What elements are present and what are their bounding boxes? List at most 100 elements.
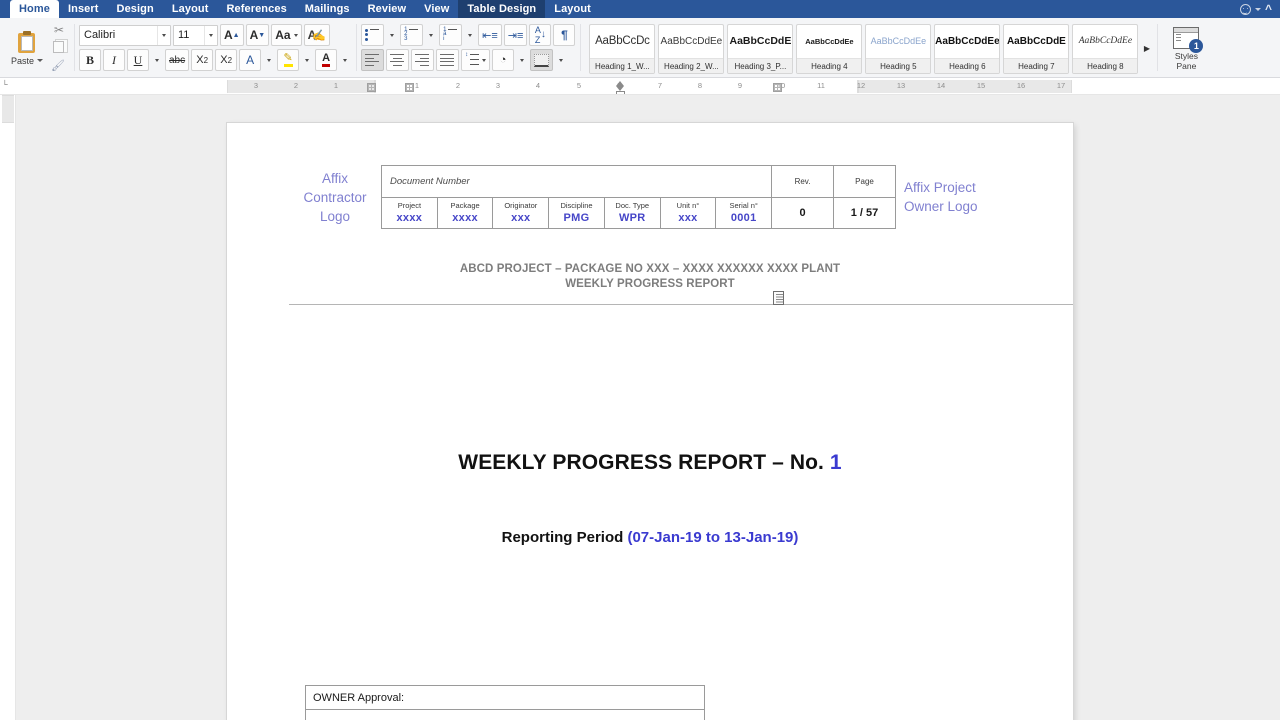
ruler-table-marker-right-icon[interactable] [773, 83, 782, 92]
style-card-heading-2[interactable]: AaBbCcDdEe Heading 2_W... [658, 23, 725, 74]
text-effects-button[interactable]: A [239, 49, 262, 71]
tab-view[interactable]: View [415, 0, 458, 18]
chevron-down-icon[interactable] [1254, 7, 1261, 11]
field-serial-no[interactable]: Serial n° 0001 [716, 198, 771, 228]
font-color-options-button[interactable] [339, 49, 351, 71]
ruler-number: 15 [976, 81, 986, 90]
borders-options-button[interactable] [555, 49, 567, 71]
multilevel-list-icon: 1ai [443, 27, 458, 42]
strikethrough-button[interactable]: abc [165, 49, 190, 71]
field-doc-type[interactable]: Doc. Type WPR [605, 198, 661, 228]
shading-button[interactable]: ◔ [492, 49, 515, 71]
styles-pane-button[interactable]: 1 Styles Pane [1162, 24, 1210, 71]
field-rev[interactable]: Rev. 0 [771, 166, 833, 228]
style-card-heading-3[interactable]: AaBbCcDdE Heading 3_P... [727, 23, 794, 74]
chevron-down-icon[interactable] [209, 33, 213, 37]
highlight-options-button[interactable] [301, 49, 313, 71]
paste-button[interactable]: Paste [5, 29, 49, 66]
font-family-combo[interactable]: Calibri [79, 24, 171, 46]
style-name: Heading 5 [866, 57, 931, 73]
tab-stop-selector[interactable]: └ [2, 80, 11, 91]
field-originator[interactable]: Originator xxx [493, 198, 550, 228]
increase-indent-button[interactable]: ⇥≡ [503, 24, 528, 46]
justify-button[interactable] [436, 49, 460, 71]
font-row-bottom: B I U abc X2 X2 A ✎ A [79, 49, 351, 71]
tab-review[interactable]: Review [359, 0, 416, 18]
numbering-button[interactable]: 123 [400, 24, 424, 46]
field-project[interactable]: Project xxxx [382, 198, 438, 228]
document-page-1[interactable]: Affix Contractor Logo Document Number Pr… [227, 123, 1073, 720]
font-size-combo[interactable]: 11 [173, 24, 218, 46]
tab-layout[interactable]: Layout [163, 0, 218, 18]
horizontal-ruler[interactable]: 3 2 1 1 2 3 4 5 6 7 8 9 10 11 12 13 14 1… [0, 78, 1280, 95]
collapse-ribbon-icon[interactable]: ^ [1265, 3, 1272, 15]
bullets-button[interactable] [361, 24, 385, 46]
document-number-table[interactable]: Document Number Project xxxx Package xxx… [381, 165, 896, 229]
ruler-table-marker-icon[interactable] [405, 83, 414, 92]
change-case-button[interactable]: Aa [271, 24, 302, 46]
owner-approval-empty-row[interactable] [306, 710, 704, 720]
field-discipline[interactable]: Discipline PMG [549, 198, 605, 228]
paste-chevron-down-icon[interactable] [37, 59, 43, 62]
tab-insert[interactable]: Insert [59, 0, 108, 18]
style-card-heading-7[interactable]: AaBbCcDdE Heading 7 [1003, 23, 1070, 74]
tab-home[interactable]: Home [10, 0, 59, 18]
chevron-down-icon[interactable] [162, 33, 166, 37]
field-package[interactable]: Package xxxx [438, 198, 494, 228]
underline-button[interactable]: U [127, 49, 149, 71]
subscript-button[interactable]: X2 [191, 49, 214, 71]
copy-icon[interactable] [51, 40, 67, 55]
paragraph-row-bottom: ↕ ◔ [361, 49, 575, 71]
document-canvas[interactable]: Affix Contractor Logo Document Number Pr… [16, 95, 1280, 720]
text-effects-options-button[interactable] [263, 49, 275, 71]
owner-approval-table[interactable]: OWNER Approval: [305, 685, 705, 720]
highlight-color-button[interactable]: ✎ [277, 49, 300, 71]
borders-button[interactable] [530, 49, 554, 71]
tab-table-layout[interactable]: Layout [545, 0, 600, 18]
superscript-button[interactable]: X2 [215, 49, 238, 71]
bold-button[interactable]: B [79, 49, 101, 71]
clear-formatting-button[interactable]: A ✍ [303, 24, 330, 46]
numbering-options-button[interactable] [425, 24, 437, 46]
styles-gallery-more-button[interactable]: ▶ [1141, 24, 1152, 74]
tab-references[interactable]: References [217, 0, 295, 18]
reporting-period-close-paren: ) [793, 529, 799, 546]
ruler-table-marker-left-icon[interactable] [367, 83, 376, 92]
style-name: Heading 2_W... [659, 57, 724, 73]
grow-font-button[interactable]: A ▲ [220, 24, 244, 46]
style-card-heading-6[interactable]: AaBbCcDdEe Heading 6 [934, 23, 1001, 74]
underline-options-button[interactable] [151, 49, 163, 71]
align-center-button[interactable] [386, 49, 410, 71]
align-right-button[interactable] [411, 49, 435, 71]
align-left-button[interactable] [361, 49, 385, 71]
shrink-font-button[interactable]: A ▼ [245, 24, 270, 46]
style-card-heading-8[interactable]: AaBbCcDdEe Heading 8 [1072, 23, 1139, 74]
multilevel-list-button[interactable]: 1ai [439, 24, 463, 46]
tab-design[interactable]: Design [108, 0, 163, 18]
vertical-ruler[interactable] [0, 95, 16, 720]
field-label: Package [450, 201, 480, 210]
multilevel-options-button[interactable] [464, 24, 476, 46]
feedback-smiley-icon[interactable] [1239, 3, 1251, 15]
line-spacing-button[interactable]: ↕ [461, 49, 491, 71]
sort-button[interactable]: A Z ↓ [529, 24, 552, 46]
style-card-heading-4[interactable]: AaBbCcDdEe Heading 4 [796, 23, 863, 74]
cut-scissors-icon[interactable]: ✂ [51, 23, 67, 37]
font-color-button[interactable]: A [315, 49, 338, 71]
shading-options-button[interactable] [516, 49, 528, 71]
vruler-top-margin [2, 95, 14, 123]
document-number-field[interactable]: Document Number [382, 166, 771, 198]
tab-table-design[interactable]: Table Design [458, 0, 546, 18]
ribbon-group-font: Calibri 11 A ▲ A ▼ Aa A ✍ B I U abc X 2 … [74, 18, 356, 77]
field-page[interactable]: Page 1 / 57 [833, 166, 895, 228]
format-painter-icon[interactable]: 🖌 [51, 59, 67, 73]
field-unit-no[interactable]: Unit n° xxx [661, 198, 717, 228]
chevron-down-icon[interactable] [293, 33, 298, 37]
style-card-heading-1[interactable]: AaBbCcDc Heading 1_W... [589, 23, 656, 74]
decrease-indent-button[interactable]: ⇤≡ [478, 24, 502, 46]
style-card-heading-5[interactable]: AaBbCcDdEe Heading 5 [865, 23, 932, 74]
tab-mailings[interactable]: Mailings [296, 0, 359, 18]
italic-button[interactable]: I [103, 49, 125, 71]
bullets-options-button[interactable] [386, 24, 398, 46]
show-formatting-marks-button[interactable]: ¶ [553, 24, 576, 46]
